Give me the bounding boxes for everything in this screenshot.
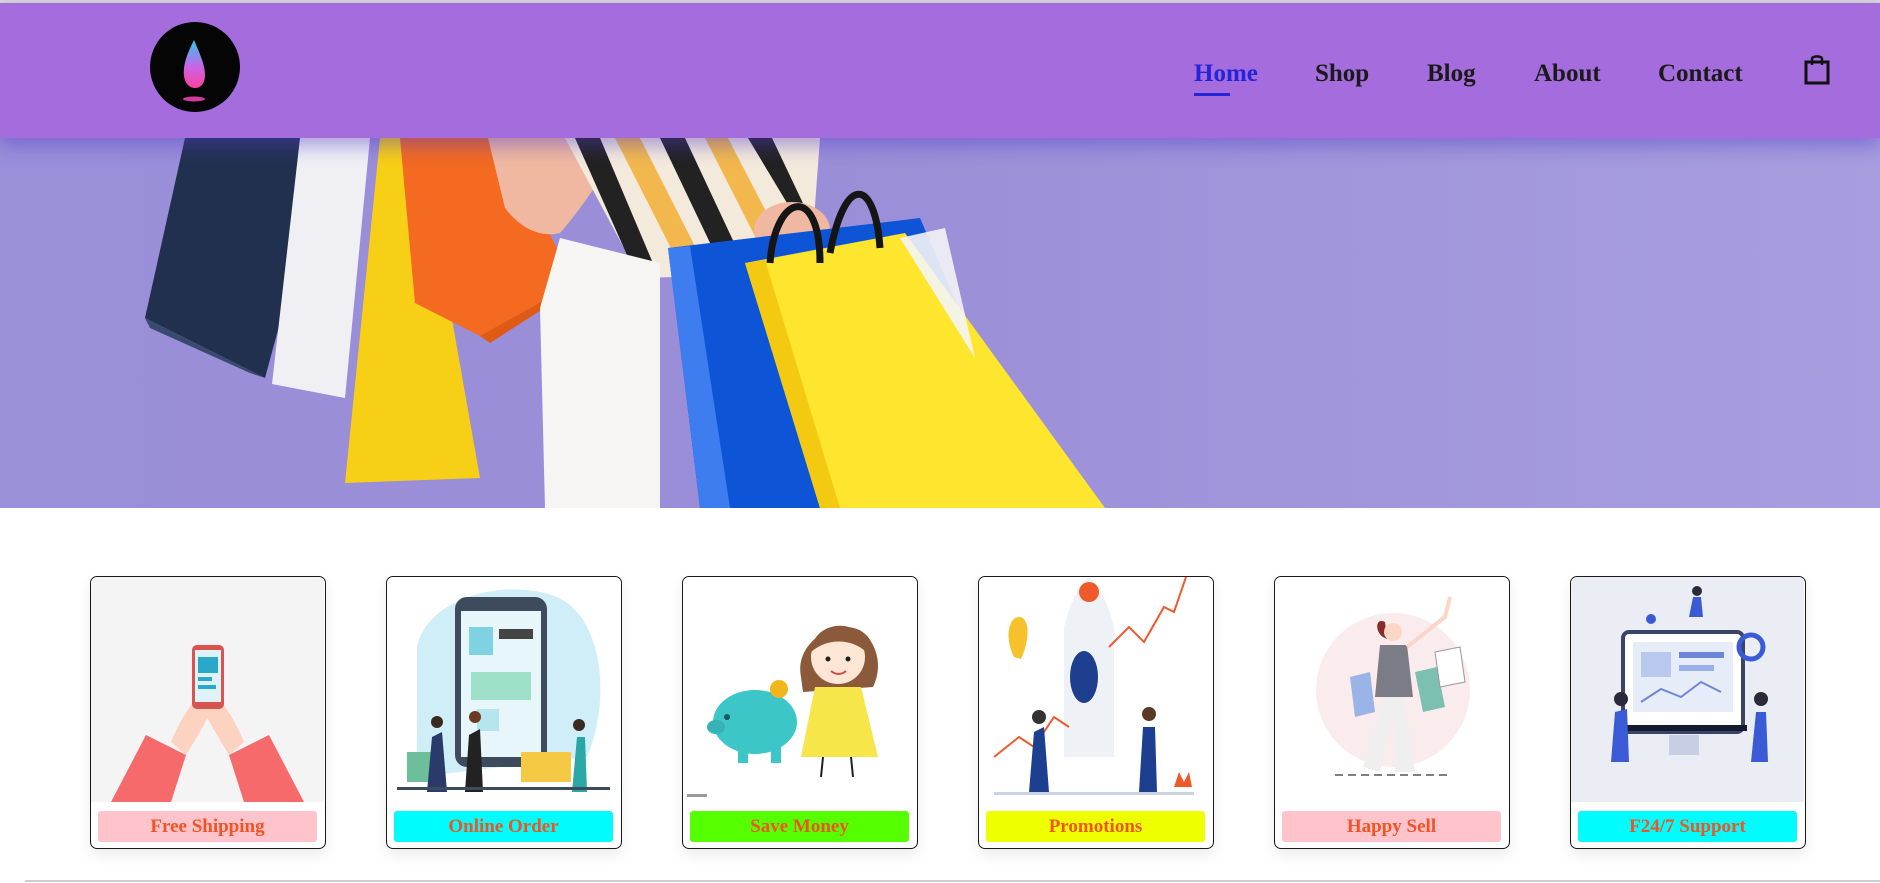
people-with-computer-illustration (1571, 577, 1804, 802)
rocket-and-people-illustration (979, 577, 1212, 802)
feature-label: F24/7 Support (1578, 811, 1797, 842)
hands-holding-phone-illustration (91, 577, 324, 802)
feature-label: Free Shipping (98, 811, 317, 842)
girl-with-piggy-bank-illustration (683, 577, 916, 802)
features-section: Free Shipping Online Order Save Money Pr… (0, 508, 1880, 883)
hero-banner (0, 138, 1880, 508)
feature-label: Save Money (690, 811, 909, 842)
site-header: Home Shop Blog About Contact (0, 3, 1880, 138)
nav-blog[interactable]: Blog (1427, 59, 1476, 89)
nav-contact[interactable]: Contact (1658, 59, 1743, 89)
feature-card-free-shipping[interactable]: Free Shipping (90, 576, 326, 849)
nav-shop[interactable]: Shop (1315, 59, 1369, 89)
feature-card-promotions[interactable]: Promotions (978, 576, 1214, 849)
feature-label: Happy Sell (1282, 811, 1501, 842)
feature-card-save-money[interactable]: Save Money (682, 576, 918, 849)
bottom-divider (25, 880, 1880, 882)
feature-card-support[interactable]: F24/7 Support (1570, 576, 1806, 849)
nav-about[interactable]: About (1534, 59, 1601, 89)
shopping-bags-hero-image (0, 138, 1880, 508)
nav-home[interactable]: Home (1194, 59, 1258, 96)
feature-card-happy-sell[interactable]: Happy Sell (1274, 576, 1510, 849)
woman-with-shopping-bags-illustration (1275, 577, 1508, 802)
feature-label: Online Order (394, 811, 613, 842)
feature-card-online-order[interactable]: Online Order (386, 576, 622, 849)
main-nav: Home Shop Blog About Contact (0, 59, 1880, 99)
people-shopping-on-phone-illustration (387, 577, 620, 802)
feature-label: Promotions (986, 811, 1205, 842)
shopping-bag-icon[interactable] (1804, 53, 1830, 85)
